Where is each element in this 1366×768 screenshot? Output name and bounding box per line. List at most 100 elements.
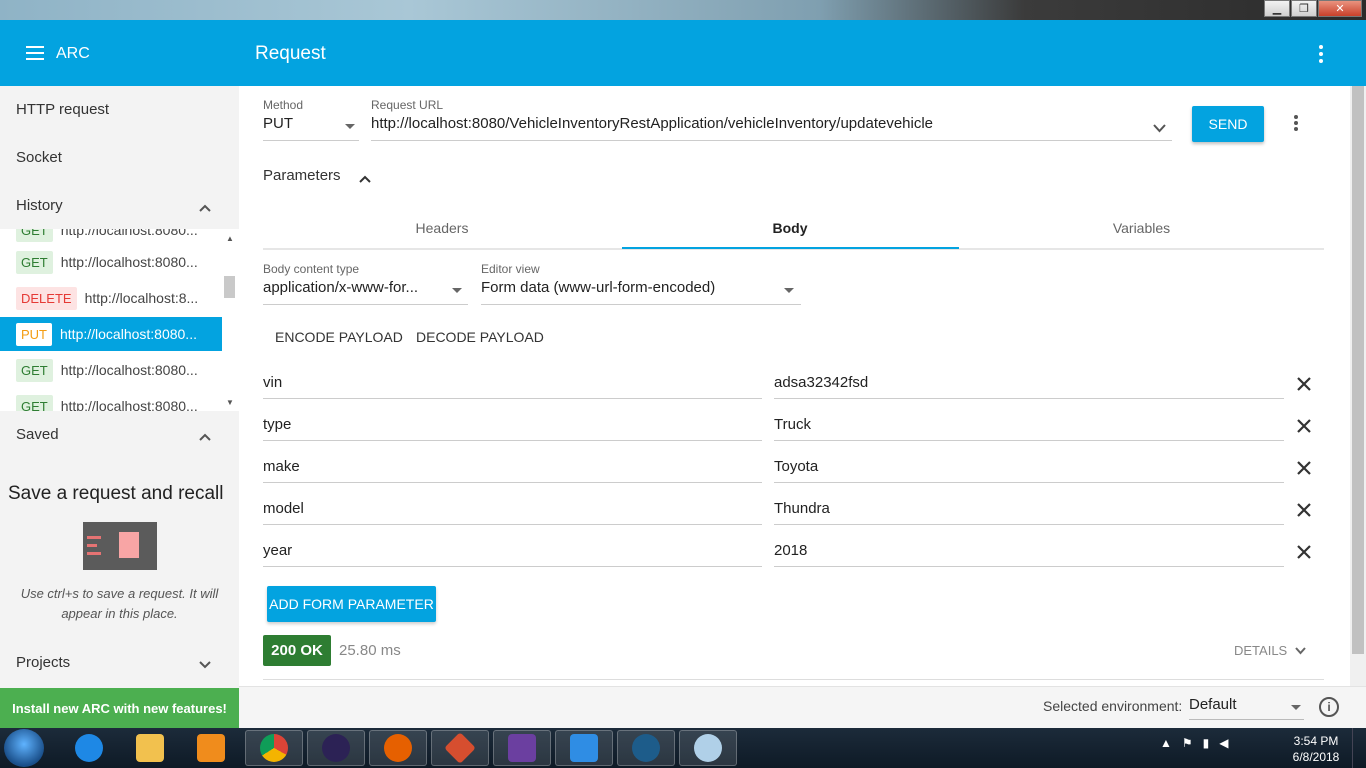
param-value-input[interactable]: Thundra [774,495,1284,525]
paint-icon[interactable] [679,730,737,766]
eclipse-icon[interactable] [307,730,365,766]
url-input[interactable]: http://localhost:8080/VehicleInventoryRe… [371,115,1172,141]
dropdown-arrow-icon[interactable] [452,288,462,293]
param-value-input[interactable]: 2018 [774,537,1284,567]
close-button[interactable]: ✕ [1318,0,1362,17]
param-name-input[interactable]: model [263,495,762,525]
main-scrollbar[interactable] [1350,86,1366,686]
method-badge: DELETE [16,286,77,310]
java-ee-ide-icon[interactable] [493,730,551,766]
git-icon[interactable] [431,730,489,766]
saved-section-header[interactable]: Saved [0,415,239,455]
scroll-down-arrow[interactable]: ▼ [226,398,234,407]
details-toggle[interactable]: DETAILS [1234,643,1306,658]
app-header: ARC Request [0,20,1366,86]
body-content-type-select[interactable]: application/x-www-for... [263,279,468,305]
param-name-input[interactable]: type [263,411,762,441]
start-button[interactable] [4,729,44,767]
h2-database-icon[interactable] [617,730,675,766]
chevron-up-icon[interactable] [199,199,211,212]
history-item[interactable]: DELETE http://localhost:8... [0,281,222,315]
saved-empty-illustration [83,522,157,570]
method-badge: GET [16,394,53,411]
history-item[interactable]: GET http://localhost:8080... [0,245,222,279]
ie-icon[interactable] [60,730,118,766]
show-hidden-icons-icon[interactable]: ▲ [1160,736,1172,750]
encode-payload-button[interactable]: ENCODE PAYLOAD [275,329,403,345]
environment-value: Default [1189,696,1237,713]
minimize-button[interactable]: ▁ [1264,0,1290,17]
param-value-input[interactable]: adsa32342fsd [774,369,1284,399]
tab-variables[interactable]: Variables [959,208,1324,248]
dropdown-arrow-icon[interactable] [345,124,355,129]
param-value-input[interactable]: Toyota [774,453,1284,483]
chevron-up-icon[interactable] [359,170,371,188]
chrome-icon[interactable] [245,730,303,766]
saved-empty-hint: Use ctrl+s to save a request. It will ap… [20,586,219,621]
remove-param-icon[interactable] [1297,419,1311,433]
method-badge: GET [16,229,53,242]
request-tabs: Headers Body Variables [263,208,1324,250]
show-desktop-button[interactable] [1352,728,1366,768]
response-divider [263,679,1324,680]
editor-view-select[interactable]: Form data (www-url-form-encoded) [481,279,801,305]
firefox-icon[interactable] [369,730,427,766]
maximize-button[interactable]: ❐ [1291,0,1317,17]
history-url: http://localhost:8080... [60,326,197,342]
saved-empty-title: Save a request and recall [8,483,224,504]
upload-app-icon[interactable] [555,730,613,766]
parameters-toggle[interactable]: Parameters [263,167,341,184]
history-url: http://localhost:8... [84,290,199,306]
history-url: http://localhost:8080... [60,229,198,238]
remove-param-icon[interactable] [1297,377,1311,391]
history-item[interactable]: GET http://localhost:8080... [0,353,222,387]
method-badge: GET [16,358,53,382]
request-menu-icon[interactable] [1294,115,1298,133]
tab-body[interactable]: Body [621,208,959,248]
system-tray: ▲ ⚑ ▮ ◀ [1160,736,1229,750]
more-vert-icon[interactable] [1314,45,1328,63]
decode-payload-button[interactable]: DECODE PAYLOAD [416,329,544,345]
status-badge: 200 OK [263,635,331,666]
history-scrollbar-thumb[interactable] [224,276,235,298]
remove-param-icon[interactable] [1297,461,1311,475]
history-section-header[interactable]: History [0,186,239,226]
explorer-icon[interactable] [121,730,179,766]
dropdown-arrow-icon[interactable] [1291,705,1301,710]
volume-icon[interactable]: ◀ [1219,736,1228,750]
dropdown-arrow-icon[interactable] [784,288,794,293]
remove-param-icon[interactable] [1297,503,1311,517]
history-item[interactable]: GET http://localhost:8080... [0,389,222,411]
send-button[interactable]: SEND [1192,106,1264,142]
param-name-input[interactable]: make [263,453,762,483]
chevron-up-icon[interactable] [199,428,211,441]
environment-label: Selected environment: [1043,698,1183,714]
param-name-input[interactable]: vin [263,369,762,399]
environment-select[interactable]: Default [1189,696,1304,720]
chevron-down-icon[interactable] [199,656,211,669]
media-player-icon[interactable] [182,730,240,766]
hamburger-menu-icon[interactable] [26,46,44,60]
system-clock[interactable]: 3:54 PM 6/8/2018 [1290,733,1342,765]
projects-section-header[interactable]: Projects [0,643,239,683]
tab-headers[interactable]: Headers [263,208,621,248]
history-url: http://localhost:8080... [60,362,198,378]
chevron-down-icon[interactable] [1153,120,1166,138]
history-item[interactable]: PUT http://localhost:8080... [0,317,222,351]
nav-http-request[interactable]: HTTP request [16,101,109,118]
add-form-parameter-button[interactable]: ADD FORM PARAMETER [267,586,436,622]
method-badge: PUT [16,322,52,346]
scroll-up-arrow[interactable]: ▲ [226,234,234,243]
param-value-input[interactable]: Truck [774,411,1284,441]
details-label: DETAILS [1234,643,1288,658]
param-name-input[interactable]: year [263,537,762,567]
history-list: GET http://localhost:8080... GET http://l… [0,229,239,411]
nav-socket[interactable]: Socket [16,149,62,166]
info-icon[interactable]: i [1319,697,1339,717]
network-icon[interactable]: ▮ [1203,736,1210,750]
clock-time: 3:54 PM [1293,734,1339,748]
active-tab-indicator [622,247,959,249]
flag-icon[interactable]: ⚑ [1182,736,1193,750]
remove-param-icon[interactable] [1297,545,1311,559]
install-banner[interactable]: Install new ARC with new features! [0,688,239,728]
